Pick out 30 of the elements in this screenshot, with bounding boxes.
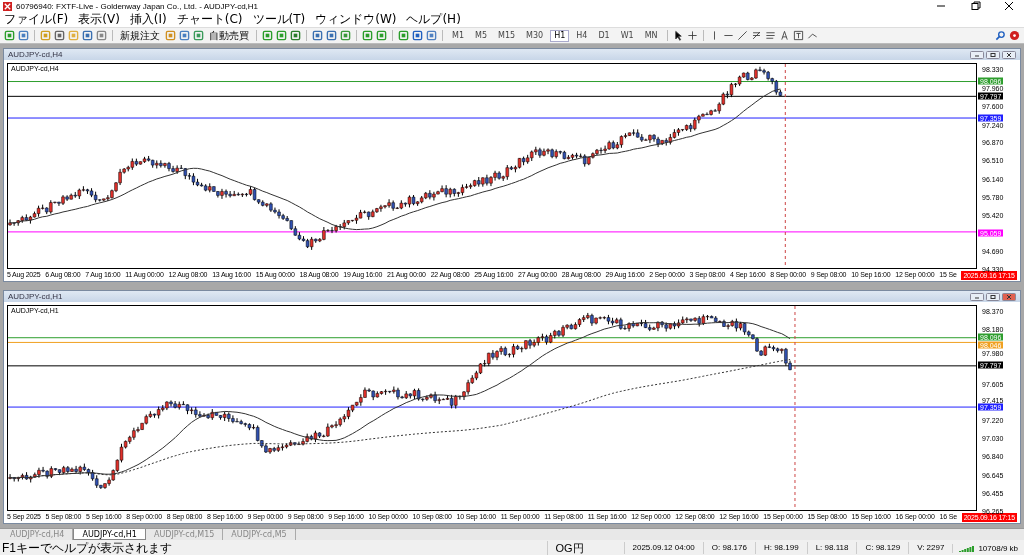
menu-item[interactable]: ファイル(F) bbox=[4, 11, 69, 28]
new-order-button[interactable]: 新規注文 bbox=[118, 28, 162, 43]
chart-window-title: AUDJPY-cd,H1 bbox=[8, 292, 64, 301]
menu-item[interactable]: ヘルプ(H) bbox=[406, 11, 461, 28]
window-title: 60796940: FXTF-Live - Goldenway Japan Co., Ltd. - AUDJPY-cd,H1 bbox=[16, 1, 260, 11]
timeframe-button[interactable]: H4 bbox=[572, 29, 592, 42]
timeframe-button[interactable]: D1 bbox=[594, 29, 614, 42]
timeframe-button[interactable]: M15 bbox=[494, 29, 520, 42]
status-traffic: 10708/9 kb bbox=[978, 543, 1018, 553]
timeframe-button[interactable]: MN bbox=[640, 29, 662, 42]
timeframe-button[interactable]: H1 bbox=[550, 29, 570, 42]
status-high: H: 98.199 bbox=[754, 542, 807, 554]
menu-item[interactable]: チャート(C) bbox=[176, 11, 243, 28]
menu-item[interactable]: ツール(T) bbox=[252, 11, 306, 28]
status-time: 2025.09.12 04:00 bbox=[623, 542, 703, 554]
auto-trading-button[interactable]: 自動売買 bbox=[207, 28, 251, 43]
status-close: C: 98.129 bbox=[856, 542, 909, 554]
menu-item[interactable]: 表示(V) bbox=[78, 11, 120, 28]
chart-window-title: AUDJPY-cd,H4 bbox=[8, 50, 64, 59]
status-help-text: F1キーでヘルプが表示されます bbox=[1, 540, 173, 555]
menu-item[interactable]: ウィンドウ(W) bbox=[315, 11, 397, 28]
timeframe-button[interactable]: M5 bbox=[471, 29, 491, 42]
timeframe-button[interactable]: W1 bbox=[616, 29, 638, 42]
timeframe-button[interactable]: M30 bbox=[522, 29, 548, 42]
menu-item[interactable]: 挿入(I) bbox=[129, 11, 167, 28]
status-volume: V: 2297 bbox=[908, 542, 953, 554]
timeframe-button[interactable]: M1 bbox=[448, 29, 468, 42]
status-low: L: 98.118 bbox=[806, 542, 857, 554]
status-open: O: 98.176 bbox=[702, 542, 755, 554]
status-profile: OG円 bbox=[546, 541, 624, 555]
